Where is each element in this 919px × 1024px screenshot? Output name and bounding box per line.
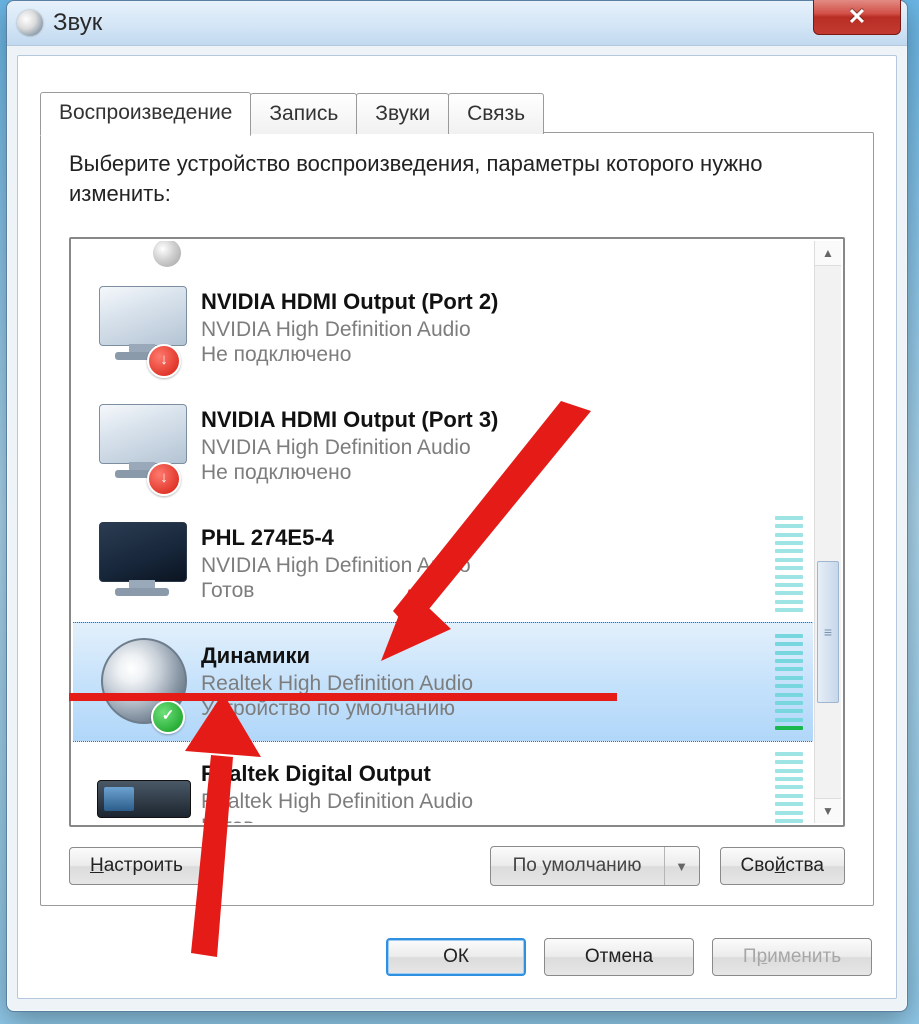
speaker-icon <box>153 241 181 267</box>
tab-strip: Воспроизведение Запись Звуки Связь <box>40 90 543 134</box>
unplugged-icon <box>147 462 181 496</box>
apply-button[interactable]: Применить <box>712 938 872 976</box>
annotation-arrow-icon <box>381 391 601 661</box>
list-item[interactable] <box>73 241 813 269</box>
unplugged-icon <box>147 344 181 378</box>
tab-panel: Выберите устройство воспроизведения, пар… <box>40 132 874 906</box>
scroll-down-button[interactable]: ▼ <box>815 798 841 823</box>
titlebar[interactable]: Звук ✕ <box>7 1 907 46</box>
set-default-button[interactable]: По умолчанию ▼ <box>490 846 700 886</box>
tab-communications[interactable]: Связь <box>448 93 544 134</box>
close-button[interactable]: ✕ <box>813 0 901 35</box>
list-item[interactable]: NVIDIA HDMI Output (Port 2) NVIDIA High … <box>73 269 813 387</box>
sound-icon <box>17 10 43 36</box>
annotation-arrow-icon <box>161 693 301 973</box>
tab-recording[interactable]: Запись <box>250 93 357 134</box>
window-title: Звук <box>53 9 102 37</box>
monitor-icon <box>99 286 187 346</box>
chevron-down-icon[interactable]: ▼ <box>665 847 699 885</box>
tab-sounds[interactable]: Звуки <box>356 93 449 134</box>
level-meter <box>775 749 803 823</box>
level-meter <box>775 631 803 733</box>
monitor-icon <box>99 404 187 464</box>
tab-playback[interactable]: Воспроизведение <box>40 92 251 136</box>
ok-button[interactable]: ОК <box>386 938 526 976</box>
monitor-icon <box>99 522 187 582</box>
scroll-thumb[interactable] <box>817 561 839 703</box>
scrollbar[interactable]: ▲ ▼ <box>814 241 841 823</box>
annotation-underline <box>69 693 617 701</box>
level-meter <box>775 513 803 615</box>
device-status: Не подключено <box>201 342 813 367</box>
cancel-button[interactable]: Отмена <box>544 938 694 976</box>
properties-button[interactable]: Свойства <box>720 847 845 885</box>
dialog-buttons: ОК Отмена Применить <box>386 938 872 976</box>
client-area: Воспроизведение Запись Звуки Связь Выбер… <box>17 55 897 999</box>
sound-dialog: Звук ✕ Воспроизведение Запись Звуки Связ… <box>6 0 908 1012</box>
instruction-text: Выберите устройство воспроизведения, пар… <box>69 149 845 208</box>
scroll-up-button[interactable]: ▲ <box>815 241 841 266</box>
device-driver: NVIDIA High Definition Audio <box>201 317 813 342</box>
device-name: NVIDIA HDMI Output (Port 2) <box>201 289 813 315</box>
